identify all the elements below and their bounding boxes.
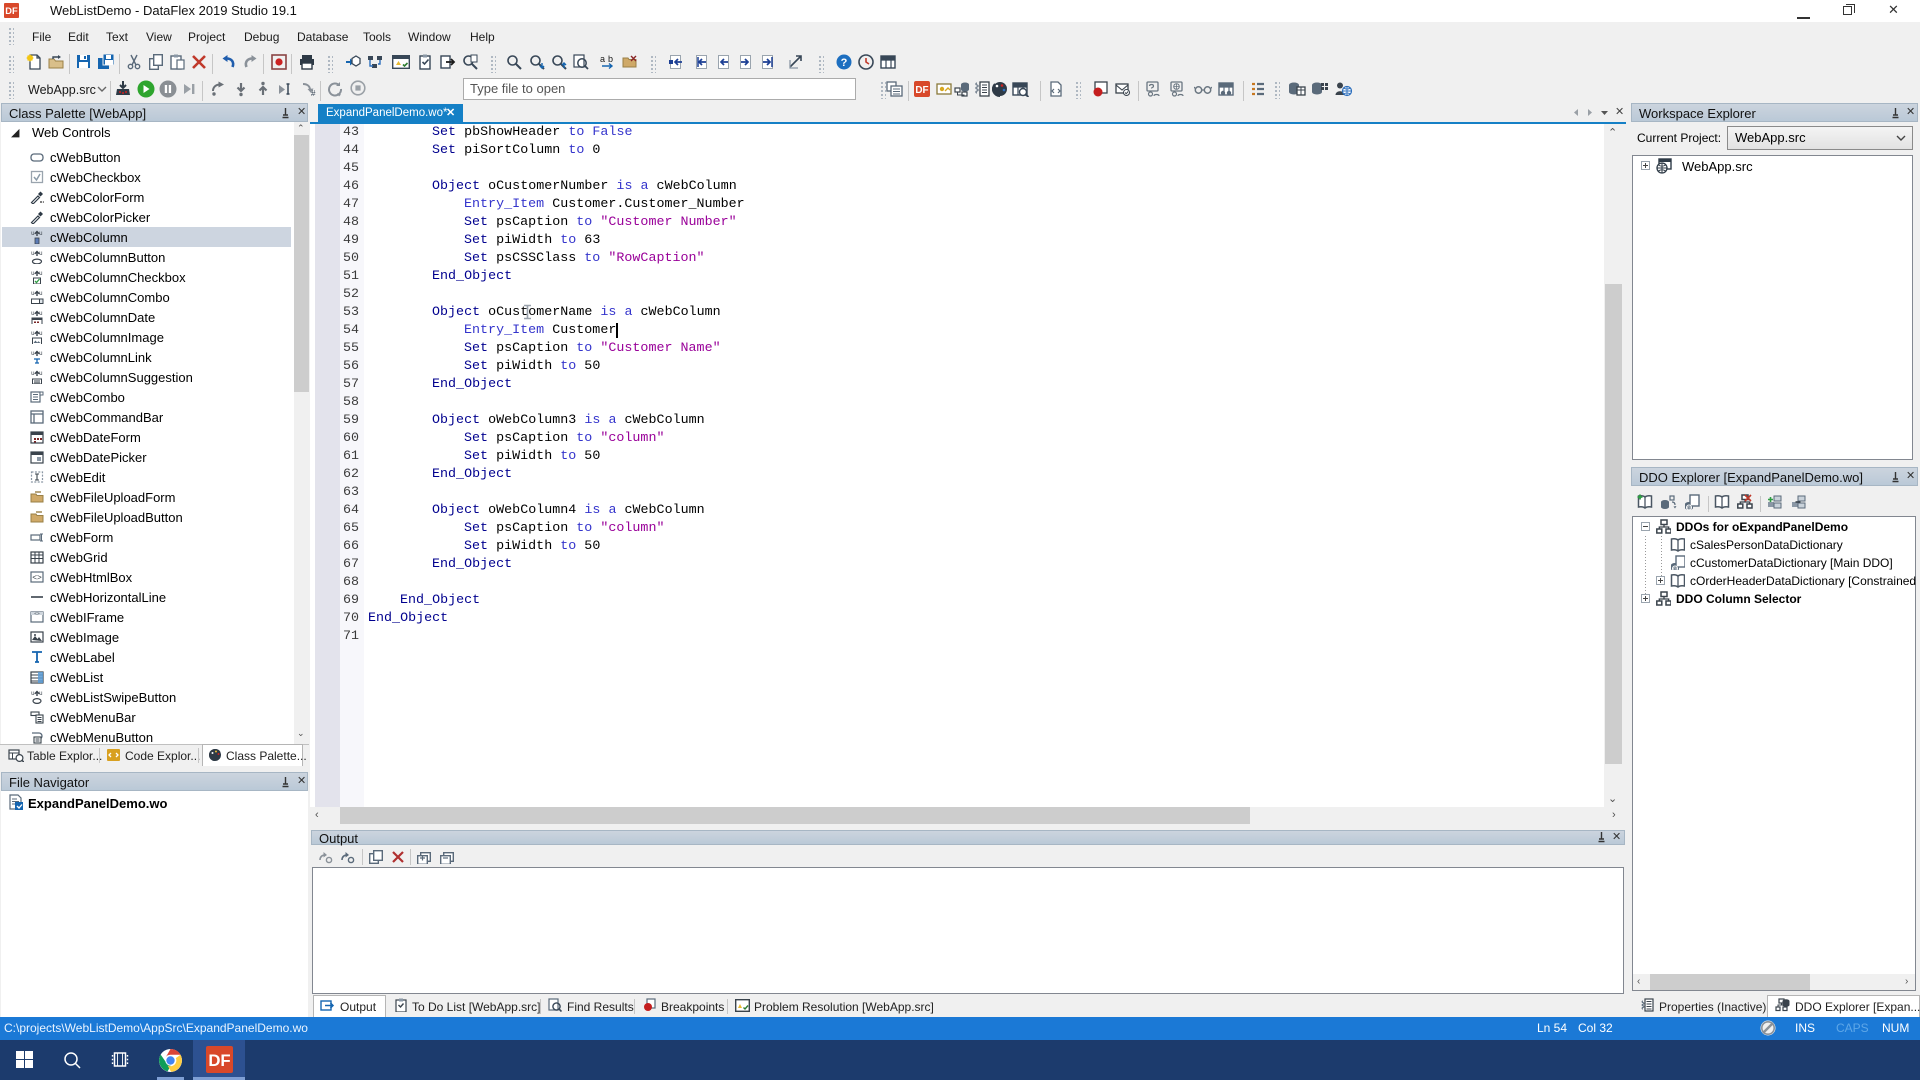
svg-text:m: m — [1687, 506, 1692, 511]
svg-text:u: u — [31, 230, 35, 237]
svg-text:u: u — [39, 370, 43, 377]
svg-text:u: u — [31, 310, 35, 317]
svg-text:?: ? — [841, 57, 848, 69]
svg-text:b: b — [608, 54, 613, 64]
svg-text:u: u — [31, 290, 35, 297]
svg-text:u: u — [31, 690, 35, 697]
svg-text:u: u — [39, 250, 43, 257]
svg-text:u: u — [31, 350, 35, 357]
svg-text:<>: <> — [34, 611, 40, 617]
svg-text:u: u — [39, 350, 43, 357]
svg-text:DF: DF — [5, 6, 18, 16]
svg-text:u: u — [31, 370, 35, 377]
svg-text:u: u — [31, 270, 35, 277]
svg-text:u: u — [39, 330, 43, 337]
svg-text:#: # — [311, 89, 316, 97]
svg-text:m: m — [1673, 567, 1678, 570]
svg-text:DF: DF — [208, 1051, 230, 1070]
svg-text:u: u — [39, 270, 43, 277]
svg-text:u: u — [39, 230, 43, 237]
svg-text:DF: DF — [915, 85, 928, 96]
svg-text:u: u — [31, 330, 35, 337]
svg-text:u: u — [39, 690, 43, 697]
svg-text:a: a — [600, 54, 605, 64]
svg-text:u: u — [31, 250, 35, 257]
svg-text:u: u — [39, 310, 43, 317]
svg-text:<>: <> — [32, 574, 42, 583]
svg-text:u: u — [39, 290, 43, 297]
